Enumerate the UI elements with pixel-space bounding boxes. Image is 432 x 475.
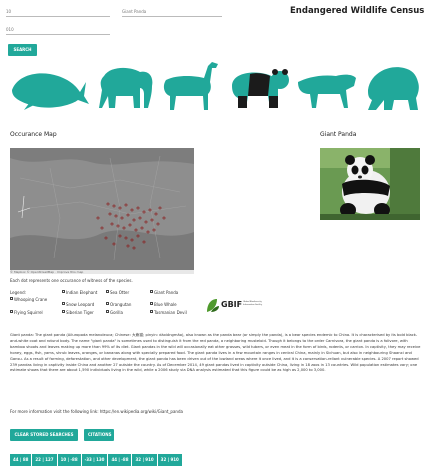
stored-search-item[interactable]: -33 | 130 [81, 454, 108, 466]
legend-swatch [62, 302, 65, 305]
legend-swatch [62, 310, 65, 313]
code-input[interactable] [6, 27, 110, 32]
gbif-name: GBIF [221, 300, 243, 309]
panda-photo [320, 148, 420, 220]
snow-leopard-icon[interactable] [296, 60, 358, 112]
map-canvas [10, 148, 194, 270]
clear-stored-searches-button[interactable]: CLEAR STORED SEARCHES [10, 429, 78, 441]
stored-search-item[interactable]: 44 | -88 [108, 454, 132, 466]
gorilla-icon[interactable] [364, 60, 422, 112]
species-description: Giant panda: The giant panda (Ailuropoda… [10, 333, 421, 373]
more-info-link[interactable]: https://en.wikipedia.org/wiki/Giant_pand… [100, 409, 183, 414]
legend-item: Gorilla [106, 310, 123, 315]
legend-item: Orangutan [106, 302, 131, 307]
stored-searches-bar: 44 | 88 22 | 127 10 | -88 -33 | 130 44 |… [10, 454, 183, 466]
legend-title: Legend: [10, 290, 27, 295]
giraffe-icon[interactable] [160, 60, 222, 112]
legend-item: Snow Leopard [62, 302, 94, 307]
photo-section-title: Giant Panda [320, 131, 357, 138]
legend-item: Whooping Crane [10, 297, 47, 302]
stored-search-item[interactable]: 44 | 88 [10, 454, 32, 466]
legend-swatch [150, 310, 153, 313]
legend-item: Blue Whale [150, 302, 177, 307]
legend-swatch [10, 297, 13, 300]
panda-icon[interactable] [228, 60, 290, 112]
gbif-subtitle: Global Biodiversity Information Facility [243, 301, 263, 306]
stored-search-item[interactable]: 22 | 127 [32, 454, 57, 466]
legend-swatch [106, 302, 109, 305]
legend-item: Tasmanian Devil [150, 310, 187, 315]
legend-note: Each dot represents one occurance of wit… [10, 278, 133, 283]
occurrence-map[interactable] [10, 148, 194, 270]
more-info-label: For more information visit the following… [10, 409, 100, 414]
elephant-icon[interactable] [96, 60, 156, 112]
more-info: For more information visit the following… [10, 409, 183, 414]
whale-icon[interactable] [10, 60, 90, 112]
legend-item: Sea Otter [106, 290, 129, 295]
stored-search-item[interactable]: 32 | 910 [157, 454, 182, 466]
species-name-field[interactable] [122, 9, 222, 17]
legend-item: Indian Elephant [62, 290, 97, 295]
gbif-logo[interactable]: GBIF Global Biodiversity Information Fac… [205, 296, 263, 314]
stored-search-item[interactable]: 32 | 910 [132, 454, 157, 466]
legend-swatch [106, 290, 109, 293]
citations-button[interactable]: CITATIONS [84, 429, 114, 441]
code-field[interactable] [6, 27, 110, 35]
number-input[interactable] [6, 9, 110, 14]
number-field[interactable] [6, 9, 110, 17]
species-selector [10, 60, 422, 116]
legend-item: Siberian Tiger [62, 310, 94, 315]
legend-swatch [10, 310, 13, 313]
legend-item: Giant Panda [150, 290, 178, 295]
legend-swatch [150, 302, 153, 305]
legend-swatch [150, 290, 153, 293]
stored-search-item[interactable]: 10 | -88 [57, 454, 81, 466]
search-button[interactable]: SEARCH [8, 44, 37, 56]
legend-item: Flying Squirrel [10, 310, 43, 315]
species-name-input[interactable] [122, 9, 222, 14]
legend-swatch [62, 290, 65, 293]
species-photo [320, 148, 420, 220]
map-section-title: Occurance Map [10, 131, 57, 138]
page-title: Endangered Wildlife Census [290, 6, 425, 16]
map-attribution: © Mapbox © OpenStreetMap · Improve this … [10, 270, 194, 274]
legend-swatch [106, 310, 109, 313]
